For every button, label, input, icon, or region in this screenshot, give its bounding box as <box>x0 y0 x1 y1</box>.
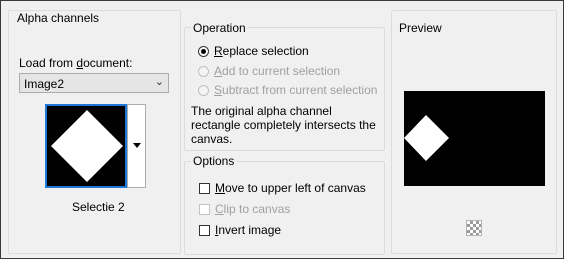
document-select-value: Image2 <box>24 77 65 91</box>
alpha-channels-title: Alpha channels <box>15 11 102 25</box>
dropdown-arrow-icon <box>133 143 141 148</box>
invert-image-label: Invert image <box>215 223 281 237</box>
thumbnail-dropdown-button[interactable] <box>127 104 146 188</box>
radio-replace-selection[interactable]: Replace selection <box>198 44 309 58</box>
load-from-document-label: Load from document: <box>19 56 132 70</box>
clip-rest: lip to canvas <box>223 202 291 216</box>
radio-button[interactable] <box>198 84 209 96</box>
subtract-selection-label: Subtract from current selection <box>214 83 377 97</box>
replace-selection-label: Replace selection <box>214 44 309 58</box>
checkbox-box[interactable] <box>199 203 210 215</box>
add-rest: dd to current selection <box>222 64 341 78</box>
radio-button[interactable] <box>198 65 209 77</box>
accel-r: R <box>214 44 223 58</box>
checkbox-move-to-upper-left[interactable]: Move to upper left of canvas <box>199 181 366 195</box>
operation-title: Operation <box>191 21 248 35</box>
accel-s: S <box>214 83 223 97</box>
invert-rest: nvert image <box>218 223 282 237</box>
options-title: Options <box>191 154 237 168</box>
move-rest: ove to upper left of canvas <box>225 181 366 195</box>
transparency-toggle-icon[interactable] <box>466 220 482 236</box>
radio-button-selected[interactable] <box>198 45 209 57</box>
channel-name-label: Selectie 2 <box>72 200 125 214</box>
chevron-down-icon: ⌄ <box>154 76 164 88</box>
checkbox-box[interactable] <box>199 182 210 194</box>
dialog-frame: Alpha channels Load from document: Image… <box>0 0 564 259</box>
move-to-upper-left-label: Move to upper left of canvas <box>215 181 366 195</box>
checkbox-box[interactable] <box>199 224 210 236</box>
preview-canvas <box>404 91 545 186</box>
checkbox-clip-to-canvas[interactable]: Clip to canvas <box>199 202 290 216</box>
preview-title: Preview <box>397 21 444 35</box>
load-from-label-post: ocument: <box>83 56 133 70</box>
preview-diamond-icon <box>404 115 449 161</box>
document-select[interactable]: Image2 ⌄ <box>19 73 169 93</box>
radio-subtract-from-current-selection[interactable]: Subtract from current selection <box>198 83 377 97</box>
operation-info-text: The original alpha channel rectangle com… <box>191 104 376 146</box>
accel-m: M <box>215 181 225 195</box>
replace-rest: eplace selection <box>222 44 309 58</box>
add-selection-label: Add to current selection <box>214 64 340 78</box>
accel-c: C <box>215 202 224 216</box>
load-from-label-pre: Load from <box>19 56 77 70</box>
radio-add-to-current-selection[interactable]: Add to current selection <box>198 64 340 78</box>
diamond-shape-icon <box>51 110 123 182</box>
alpha-channel-thumbnail[interactable] <box>45 104 127 188</box>
subtract-rest: ubtract from current selection <box>222 83 378 97</box>
clip-to-canvas-label: Clip to canvas <box>215 202 290 216</box>
checkbox-invert-image[interactable]: Invert image <box>199 223 281 237</box>
accel-a: A <box>214 64 223 78</box>
